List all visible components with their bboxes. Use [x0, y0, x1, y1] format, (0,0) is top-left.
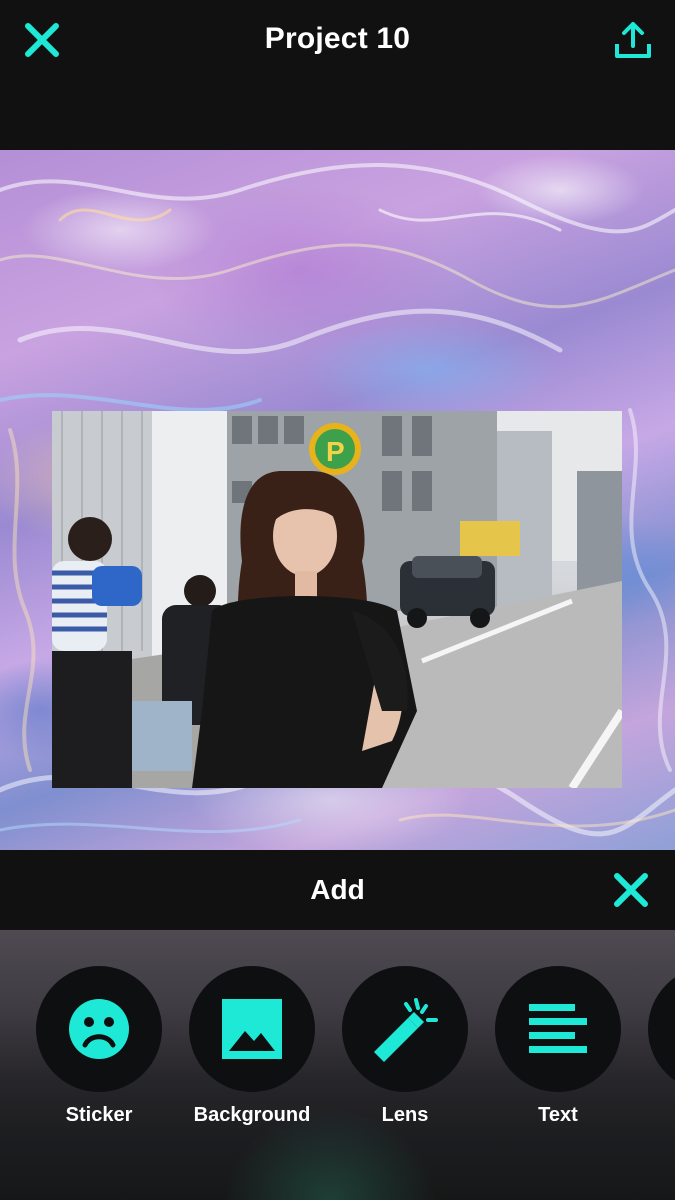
lens-tool-label: Lens — [381, 1104, 429, 1126]
lens-tool-circle[interactable] — [342, 966, 468, 1092]
street-portrait-photo: P — [52, 411, 622, 788]
add-panel-header: Add — [0, 850, 675, 930]
text-tool-circle[interactable] — [495, 966, 621, 1092]
sticker-tool-label: Sticker — [65, 1104, 133, 1126]
add-panel-close-button[interactable] — [609, 868, 653, 912]
share-upload-icon — [615, 22, 651, 58]
text-align-icon — [529, 1004, 587, 1053]
close-icon — [614, 873, 648, 907]
photo-layer[interactable]: P — [52, 411, 622, 788]
image-icon — [222, 999, 282, 1059]
lens-tool-button[interactable]: Lens — [342, 966, 468, 1127]
sticker-tool-button[interactable]: Sticker — [36, 966, 162, 1127]
add-panel-title: Add — [310, 874, 365, 905]
share-button[interactable] — [609, 14, 657, 66]
text-tool-button[interactable]: Text — [495, 966, 621, 1127]
sticker-tool-circle[interactable] — [36, 966, 162, 1092]
add-tool-tray[interactable]: Sticker Background Lens Text — [0, 930, 675, 1200]
svg-text:P: P — [326, 436, 345, 467]
background-tool-circle[interactable] — [189, 966, 315, 1092]
text-tool-label: Text — [538, 1104, 578, 1126]
magic-wand-icon — [374, 998, 438, 1062]
editor-canvas[interactable]: P — [0, 150, 675, 850]
sad-face-icon — [69, 999, 129, 1059]
background-tool-button[interactable]: Background — [189, 966, 315, 1127]
project-title: Project 10 — [264, 22, 411, 55]
top-bar: Project 10 — [0, 0, 675, 150]
background-tool-label: Background — [193, 1104, 311, 1126]
next-tool-button-partial[interactable] — [648, 966, 675, 1092]
